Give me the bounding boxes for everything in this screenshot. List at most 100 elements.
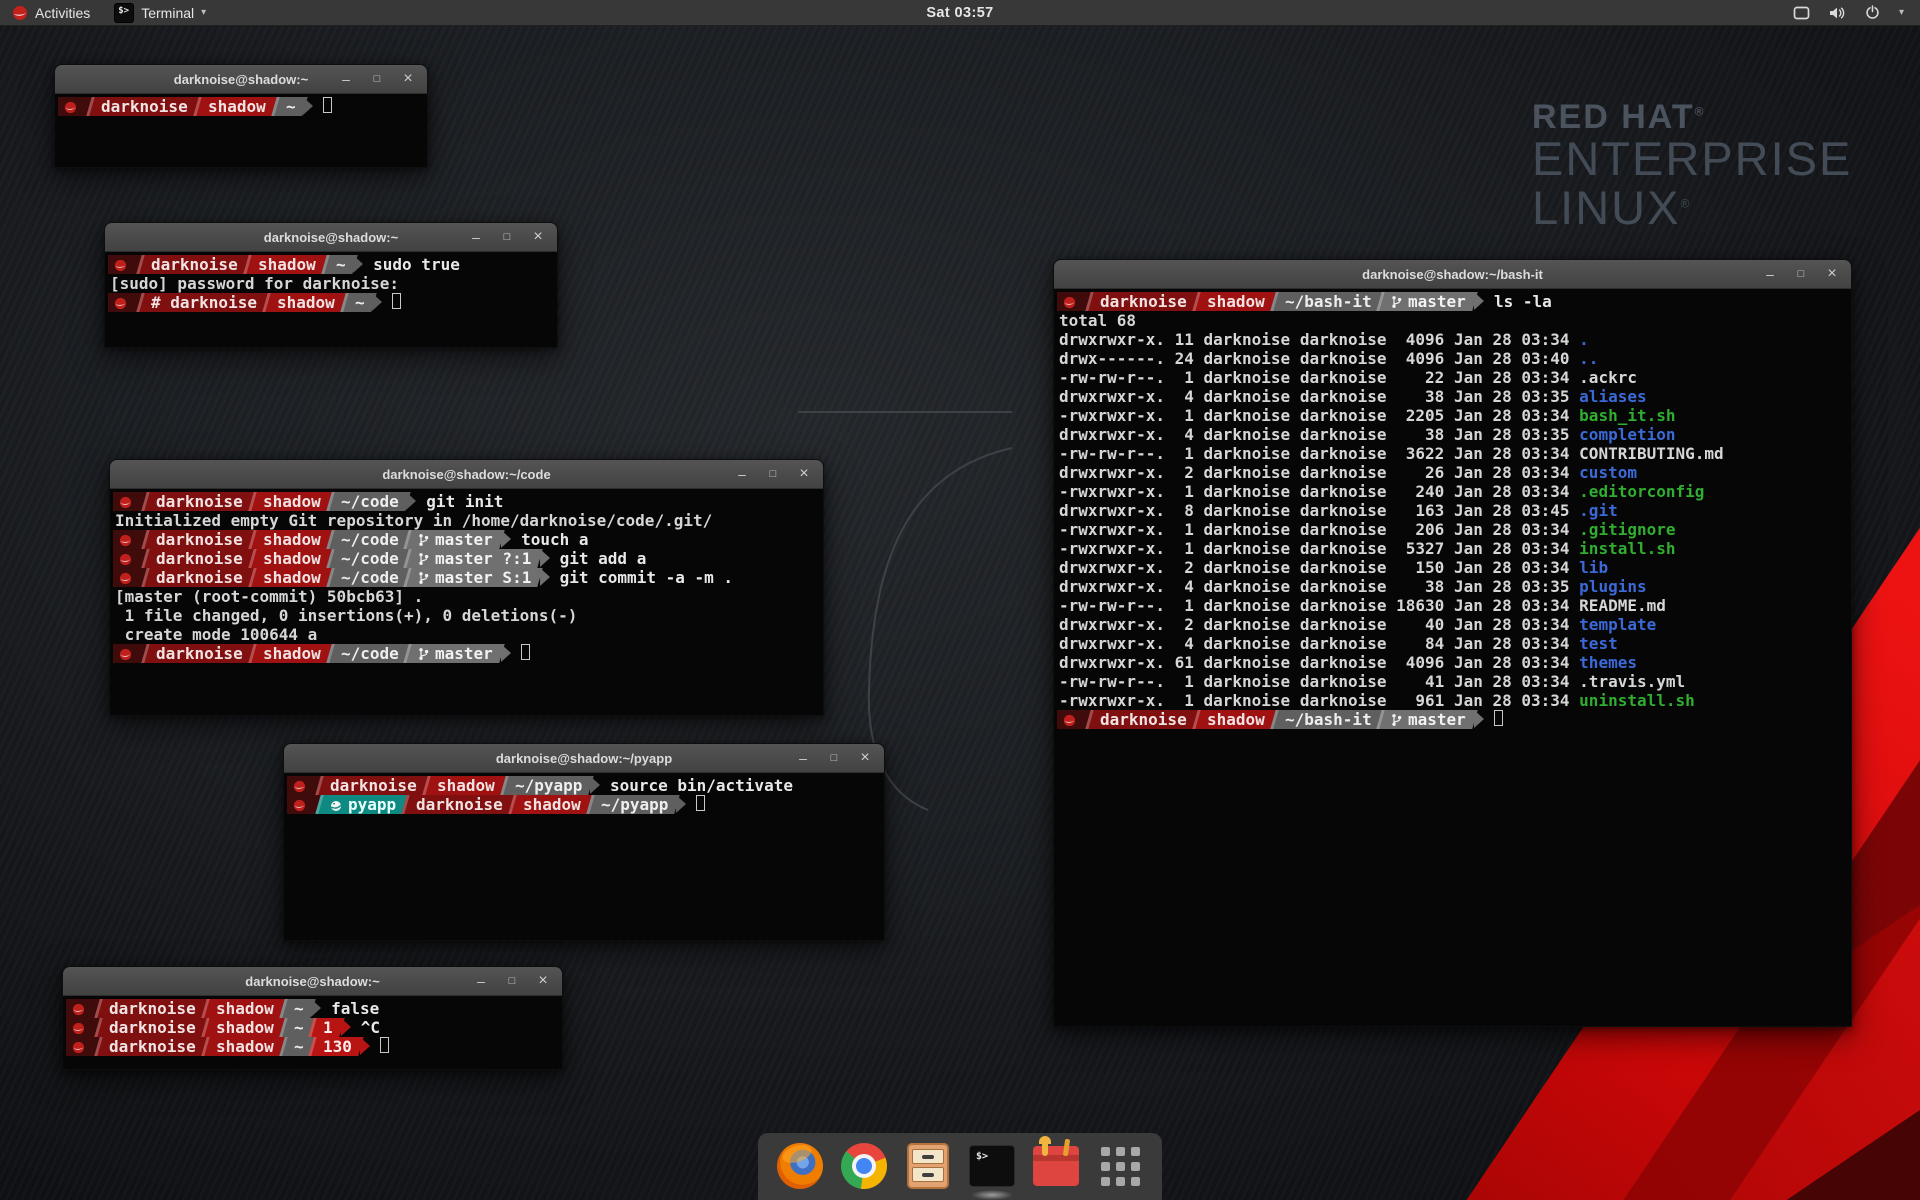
dock-item-chrome[interactable] (840, 1142, 888, 1190)
ls-file-name: install.sh (1579, 539, 1675, 558)
maximize-button[interactable]: □ (370, 74, 384, 85)
prompt-line: darknoiseshadow~/codemaster ?:1git add a (113, 549, 823, 568)
command-text: ^C (361, 1018, 380, 1037)
redhat-icon (1063, 714, 1076, 727)
close-button[interactable]: × (531, 229, 545, 245)
exit-segment-label: 1 (323, 1018, 333, 1037)
host-segment: shadow (248, 568, 332, 587)
terminal-content[interactable]: darknoiseshadow~ (55, 94, 427, 116)
minimize-button[interactable]: – (339, 72, 353, 86)
user-segment-label: darknoise (109, 1037, 196, 1056)
user-segment-label: darknoise (151, 255, 238, 274)
close-button[interactable]: × (1825, 266, 1839, 282)
prompt-line: darknoiseshadow~/bash-itmasterls -la (1057, 292, 1851, 311)
user-segment: darknoise (1085, 292, 1198, 311)
window-titlebar[interactable]: darknoise@shadow:~/pyapp–□× (284, 744, 884, 773)
grid-dot (1116, 1177, 1125, 1186)
close-button[interactable]: × (536, 973, 550, 989)
path-segment: ~/bash-it (1270, 710, 1383, 729)
dock-item-app-grid[interactable] (1096, 1142, 1144, 1190)
host-segment: shadow (248, 492, 332, 511)
user-segment: darknoise (86, 97, 199, 116)
ls-row: -rw-rw-r--. 1 darknoise darknoise 22 Jan… (1057, 368, 1851, 387)
maximize-button[interactable]: □ (505, 976, 519, 987)
minimize-button[interactable]: – (1763, 267, 1777, 281)
ls-row: -rwxrwxr-x. 1 darknoise darknoise 240 Ja… (1057, 482, 1851, 501)
top-bar: Activities $> Terminal ▾ Sat 03:57 ▾ (0, 0, 1920, 26)
ls-file-name: CONTRIBUTING.md (1579, 444, 1724, 463)
terminal-window-home-1: darknoise@shadow:~–□×darknoiseshadow~ (54, 64, 428, 168)
ls-file-name: uninstall.sh (1579, 691, 1695, 710)
clock[interactable]: Sat 03:57 (0, 5, 1920, 21)
terminal-cursor (521, 644, 530, 660)
ls-row-details: drwxrwxr-x. 4 darknoise darknoise 84 Jan… (1059, 634, 1579, 653)
minimize-button[interactable]: – (474, 974, 488, 988)
window-titlebar[interactable]: darknoise@shadow:~–□× (55, 65, 427, 94)
prompt-line: darknoiseshadow~/pyappsource bin/activat… (287, 776, 884, 795)
minimize-button[interactable]: – (735, 467, 749, 481)
host-segment-label: shadow (523, 795, 581, 814)
venv-segment-label: pyapp (348, 795, 396, 814)
host-segment: shadow (248, 549, 332, 568)
minimize-button[interactable]: – (796, 751, 810, 765)
close-button[interactable]: × (858, 750, 872, 766)
dock-item-terminal[interactable]: $> (968, 1142, 1016, 1190)
ls-row: -rw-rw-r--. 1 darknoise darknoise 41 Jan… (1057, 672, 1851, 691)
path-segment: ~ (271, 97, 307, 116)
terminal-content[interactable]: darknoiseshadow~/pyappsource bin/activat… (284, 773, 884, 814)
git-segment-label: master (1408, 292, 1466, 311)
git-branch-icon (418, 571, 429, 585)
window-titlebar[interactable]: darknoise@shadow:~/bash-it– □ × (1054, 260, 1851, 289)
window-title: darknoise@shadow:~/bash-it (1054, 267, 1851, 282)
terminal-cursor (1494, 710, 1503, 726)
grid-dot (1131, 1147, 1140, 1156)
ls-row-details: -rw-rw-r--. 1 darknoise darknoise 22 Jan… (1059, 368, 1579, 387)
user-segment-label: darknoise (156, 530, 243, 549)
terminal-content[interactable]: darknoiseshadow~falsedarknoiseshadow~1^C… (63, 996, 562, 1056)
ls-row-details: drwxrwxr-x. 61 darknoise darknoise 4096 … (1059, 653, 1579, 672)
maximize-button[interactable]: □ (500, 232, 514, 243)
window-controls: – □ × (735, 466, 823, 482)
app-grid-icon (1096, 1142, 1144, 1190)
command-text: false (331, 999, 379, 1018)
exit-segment: 130 (308, 1037, 363, 1056)
command-text: git add a (560, 549, 647, 568)
dock-item-files[interactable] (904, 1142, 952, 1190)
redhat-icon (1063, 296, 1076, 309)
host-segment: shadow (262, 293, 346, 312)
user-segment-label: darknoise (156, 549, 243, 568)
window-titlebar[interactable]: darknoise@shadow:~–□× (63, 967, 562, 996)
host-segment-label: shadow (216, 999, 274, 1018)
ls-row: drwxrwxr-x. 2 darknoise darknoise 26 Jan… (1057, 463, 1851, 482)
window-titlebar[interactable]: darknoise@shadow:~/code–□× (110, 460, 823, 489)
terminal-content[interactable]: darknoiseshadow~/codegit initInitialized… (110, 489, 823, 663)
command-text: ls -la (1494, 292, 1552, 311)
terminal-window-sudo: darknoise@shadow:~–□×darknoiseshadow~sud… (104, 222, 558, 348)
system-status-area[interactable]: ▾ (1793, 0, 1920, 25)
dock-item-firefox[interactable] (776, 1142, 824, 1190)
terminal-content[interactable]: darknoiseshadow~/bash-itmasterls -latota… (1054, 289, 1851, 729)
host-segment: shadow (508, 795, 592, 814)
window-controls: – □ × (1763, 266, 1851, 282)
minimize-button[interactable]: – (469, 230, 483, 244)
redhat-icon (72, 1041, 85, 1054)
maximize-button[interactable]: □ (1794, 269, 1808, 280)
path-segment-label: ~ (294, 1018, 304, 1037)
close-button[interactable]: × (797, 466, 811, 482)
prompt-line: darknoiseshadow~1^C (66, 1018, 562, 1037)
terminal-window-pyapp: darknoise@shadow:~/pyapp–□×darknoiseshad… (283, 743, 885, 941)
maximize-button[interactable]: □ (766, 469, 780, 480)
wrench-icon (1042, 1140, 1048, 1156)
maximize-button[interactable]: □ (827, 753, 841, 764)
terminal-content[interactable]: darknoiseshadow~sudo true[sudo] password… (105, 252, 557, 312)
redhat-icon (114, 259, 127, 272)
window-titlebar[interactable]: darknoise@shadow:~–□× (105, 223, 557, 252)
close-button[interactable]: × (401, 71, 415, 87)
dock-item-toolbox[interactable] (1032, 1142, 1080, 1190)
ls-row: drwxrwxr-x. 4 darknoise darknoise 38 Jan… (1057, 425, 1851, 444)
ls-file-name: aliases (1579, 387, 1646, 406)
git-segment-label: master S:1 (435, 568, 531, 587)
redhat-icon (119, 648, 132, 661)
path-segment: ~ (321, 255, 357, 274)
path-segment-label: ~ (336, 255, 346, 274)
